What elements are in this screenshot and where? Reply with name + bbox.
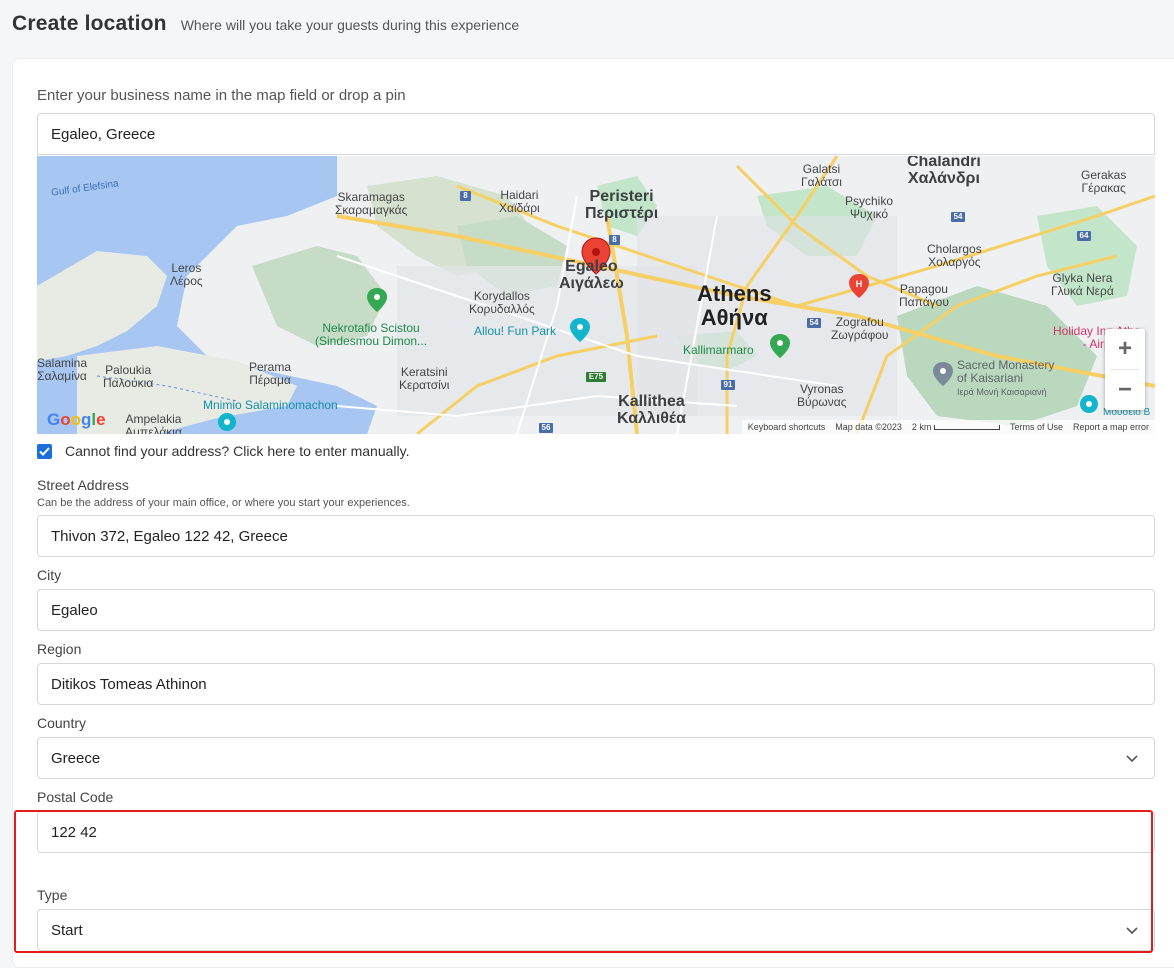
country-value: Greece xyxy=(51,749,101,767)
road-badge: 56 xyxy=(541,423,551,432)
map-label-haidari: Haidari Χαϊδάρι xyxy=(499,188,540,215)
page-subtitle: Where will you take your guests during t… xyxy=(180,17,520,33)
region-input[interactable]: Ditikos Tomeas Athinon xyxy=(37,663,1155,705)
zoom-in-button[interactable]: + xyxy=(1105,329,1145,369)
svg-text:H: H xyxy=(856,279,863,289)
road-badge: 8 xyxy=(463,191,468,200)
street-help: Can be the address of your main office, … xyxy=(37,497,410,509)
manual-entry-label: Cannot find your address? Click here to … xyxy=(65,443,410,459)
map-label-keratsini: Keratsini Κερατσίνι xyxy=(399,365,450,392)
road-badge: 54 xyxy=(953,212,963,221)
type-highlight-box xyxy=(14,810,1153,953)
check-icon xyxy=(39,446,50,456)
road-badge: 64 xyxy=(1079,231,1089,240)
map-label-salamina: Salamina Σαλαμίνα xyxy=(37,356,88,383)
map-search-input[interactable]: Egaleo, Greece xyxy=(37,113,1155,155)
map-label-papagou: Papagou Παπάγου xyxy=(899,282,949,309)
map-label-kallithea: Kallithea Καλλιθέα xyxy=(617,393,686,427)
map-label-sacred: Sacred Monastery of Kaisariani Ιερά Μονή Κ… xyxy=(957,358,1055,398)
map-label-glyka: Glyka Nera Γλυκά Νερά xyxy=(1051,271,1114,298)
google-logo: Google xyxy=(47,410,106,429)
map-label-leros: Leros Λέρος xyxy=(170,261,203,288)
country-label: Country xyxy=(37,715,87,731)
map-label-peristeri: Peristeri Περιστέρι xyxy=(585,188,659,222)
map-hint: Enter your business name in the map fiel… xyxy=(37,87,406,104)
location-map[interactable]: H 8 8 54 64 54 E75 91 56 Gulf of Elefsin… xyxy=(37,156,1155,434)
city-value: Egaleo xyxy=(51,601,98,619)
map-label-psychiko: Psychiko Ψυχικό xyxy=(845,194,894,221)
street-label: Street Address xyxy=(37,477,129,493)
map-zoom-control: + − xyxy=(1105,329,1145,410)
street-input[interactable]: Thivon 372, Egaleo 122 42, Greece xyxy=(37,515,1155,557)
city-input[interactable]: Egaleo xyxy=(37,589,1155,631)
map-label-nekrotafio: Nekrotafio Scistou (Sindesmou Dimon... xyxy=(315,321,428,348)
postal-label: Postal Code xyxy=(37,789,114,805)
report-error-link[interactable]: Report a map error xyxy=(1073,422,1149,432)
terms-link[interactable]: Terms of Use xyxy=(1010,422,1063,432)
road-badge: E75 xyxy=(588,372,604,381)
map-label-korydallos: Korydallos Κορυδαλλός xyxy=(469,289,535,316)
monument-poi-icon xyxy=(218,413,236,431)
road-badge: 91 xyxy=(723,380,733,389)
manual-entry-checkbox[interactable] xyxy=(37,443,52,459)
page-title: Create location xyxy=(12,12,167,35)
map-label-vyronas: Vyronas Βύρωνας xyxy=(797,382,847,409)
map-label-cholargos: Cholargos Χολαργός xyxy=(927,242,982,269)
map-label-allou: Allou! Fun Park xyxy=(474,324,557,338)
region-label: Region xyxy=(37,641,82,657)
road-badge: 54 xyxy=(809,318,819,327)
map-label-ampelakia: Ampelakia Αμπελάκια xyxy=(125,412,182,435)
road-badge: 8 xyxy=(612,235,617,244)
map-label-galatsi: Galatsi Γαλάτσι xyxy=(801,162,842,189)
map-scale: 2 km xyxy=(912,422,1000,432)
street-value: Thivon 372, Egaleo 122 42, Greece xyxy=(51,527,288,545)
map-label-egaleo: Egaleo Αιγάλεω xyxy=(559,258,624,292)
city-label: City xyxy=(37,567,62,583)
keyboard-shortcuts-link[interactable]: Keyboard shortcuts xyxy=(748,422,826,432)
map-label-athens: Athens Αθήνα xyxy=(697,281,772,330)
museum-poi-icon xyxy=(1080,395,1098,413)
manual-entry-row[interactable]: Cannot find your address? Click here to … xyxy=(37,443,409,459)
map-label-mnimio: Mnimio Salaminomachon xyxy=(203,398,338,412)
country-select[interactable]: Greece xyxy=(37,737,1155,779)
map-label-skaramagas: Skaramagas Σκαραμαγκάς xyxy=(335,190,408,217)
map-data-text: Map data ©2023 xyxy=(835,422,902,432)
map-attribution: Keyboard shortcuts Map data ©2023 2 km T… xyxy=(741,420,1155,434)
map-label-paloukia: Paloukia Παλούκια xyxy=(103,363,154,390)
map-label-perama: Perama Πέραμα xyxy=(249,360,292,387)
zoom-out-button[interactable]: − xyxy=(1105,370,1145,410)
map-search-value: Egaleo, Greece xyxy=(51,125,156,143)
map-label-zografou: Zografou Ζωγράφου xyxy=(831,315,889,342)
chevron-down-icon xyxy=(1126,755,1138,763)
map-label-chalandri: Chalandri Χαλάνδρι xyxy=(907,156,981,187)
region-value: Ditikos Tomeas Athinon xyxy=(51,675,207,693)
map-label-gerakas: Gerakas Γέρακας xyxy=(1081,168,1127,195)
map-label-kallimarmaro: Kallimarmaro xyxy=(683,343,754,357)
page-header: Create location Where will you take your… xyxy=(12,12,519,36)
